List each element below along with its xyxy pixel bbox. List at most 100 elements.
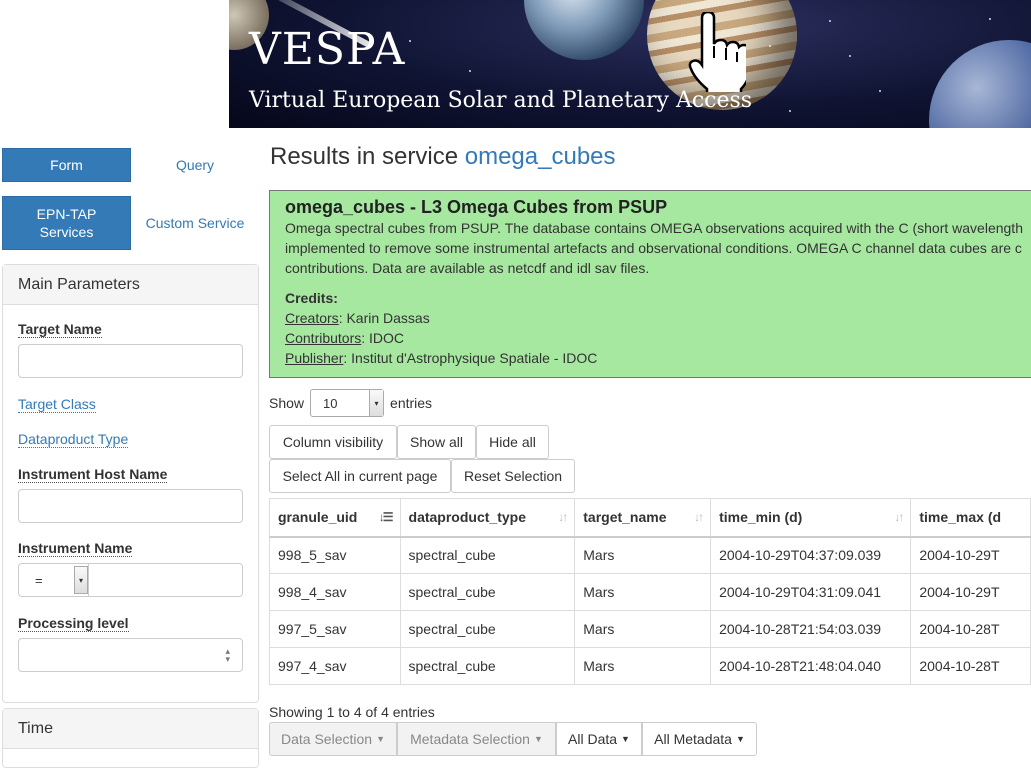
target-name-label: Target Name (18, 321, 102, 338)
credit-publisher: Publisher: Institut d'Astrophysique Spat… (285, 348, 1031, 368)
column-header-time-min[interactable]: time_min (d) ↓↑ (710, 498, 912, 538)
credit-role: Publisher (285, 350, 344, 366)
column-header-label: dataproduct_type (408, 509, 526, 526)
star (409, 40, 411, 42)
cell-granule-uid: 998_5_sav (269, 536, 401, 574)
processing-level-select[interactable]: ▴ ▾ (18, 638, 243, 672)
column-header-dataproduct-type[interactable]: dataproduct_type ↓↑ (399, 498, 576, 538)
main-parameters-heading[interactable]: Main Parameters (3, 265, 258, 305)
cell-dataproduct-type: spectral_cube (399, 647, 576, 685)
table-row[interactable]: 998_4_sav spectral_cube Mars 2004-10-29T… (269, 573, 1031, 611)
reset-selection-button[interactable]: Reset Selection (451, 459, 575, 493)
metadata-selection-label: Metadata Selection (410, 731, 530, 747)
show-all-button[interactable]: Show all (397, 425, 476, 459)
column-header-label: granule_uid (278, 509, 358, 526)
all-data-label: All Data (568, 731, 618, 747)
table-row[interactable]: 998_5_sav spectral_cube Mars 2004-10-29T… (269, 536, 1031, 574)
star (829, 20, 831, 22)
table-info: Showing 1 to 4 of 4 entries (269, 704, 435, 720)
column-header-time-max[interactable]: time_max (d (910, 498, 1031, 538)
cell-target-name: Mars (574, 573, 712, 611)
column-header-label: time_max (d (919, 509, 1002, 526)
results-prefix: Results in service (270, 143, 459, 170)
credit-value: : Institut d'Astrophysique Spatiale - ID… (343, 350, 598, 366)
metadata-selection-dropdown[interactable]: Metadata Selection ▼ (397, 722, 556, 756)
time-panel: Time (2, 708, 259, 768)
dataproduct-type-link[interactable]: Dataproduct Type (18, 432, 129, 448)
caret-down-icon: ▼ (621, 734, 630, 744)
caret-down-icon: ▼ (735, 734, 745, 744)
planet-image (929, 40, 1031, 128)
results-table: granule_uid ↓☰ dataproduct_type ↓↑ target_… (269, 498, 1031, 685)
time-heading[interactable]: Time (3, 709, 258, 749)
caret-down-icon: ▼ (533, 734, 543, 744)
instrument-host-name-input[interactable] (18, 489, 243, 523)
column-visibility-button[interactable]: Column visibility (269, 425, 397, 459)
earth-image (524, 0, 644, 60)
pointer-hand-icon (688, 12, 746, 92)
star (789, 110, 791, 112)
sort-desc-icon: ↓☰ (378, 510, 394, 524)
cell-dataproduct-type: spectral_cube (399, 610, 576, 648)
service-description-line: implemented to remove some instrumental … (285, 240, 1022, 256)
hide-all-button[interactable]: Hide all (476, 425, 549, 459)
cell-granule-uid: 997_4_sav (269, 647, 401, 685)
sort-icon: ↓↑ (694, 510, 704, 524)
entries-length-control: Show 10 ▾ entries (269, 389, 432, 417)
instrument-name-field: = ▾ (18, 563, 243, 597)
column-header-target-name[interactable]: target_name ↓↑ (574, 498, 712, 538)
form-tab[interactable]: Form (2, 148, 131, 182)
select-all-current-page-button[interactable]: Select All in current page (269, 459, 451, 493)
cell-target-name: Mars (574, 536, 712, 574)
table-row[interactable]: 997_4_sav spectral_cube Mars 2004-10-28T… (269, 647, 1031, 685)
credit-role: Creators (285, 310, 339, 326)
cell-time-min: 2004-10-29T04:37:09.039 (710, 536, 912, 574)
all-metadata-label: All Metadata (654, 731, 732, 747)
show-label: Show (269, 395, 305, 411)
custom-service-tab[interactable]: Custom Service (131, 196, 259, 250)
banner-title: VESPA (249, 24, 406, 75)
service-name: omega_cubes (464, 143, 616, 170)
table-header-row: granule_uid ↓☰ dataproduct_type ↓↑ target_… (269, 498, 1031, 538)
cell-time-max: 2004-10-29T (910, 536, 1031, 574)
column-header-granule-uid[interactable]: granule_uid ↓☰ (269, 498, 401, 538)
cell-target-name: Mars (574, 610, 712, 648)
processing-level-label: Processing level (18, 615, 129, 632)
all-data-dropdown[interactable]: All Data ▼ (556, 722, 642, 756)
header-banner: VESPA Virtual European Solar and Planeta… (229, 0, 1031, 128)
cell-granule-uid: 998_4_sav (269, 573, 401, 611)
credit-value: : IDOC (361, 330, 405, 346)
chevron-down-icon: ▾ (369, 390, 384, 416)
cell-dataproduct-type: spectral_cube (399, 536, 576, 574)
instrument-operator-select[interactable]: = ▾ (19, 564, 89, 596)
page-title: Results in service omega_cubes (270, 143, 616, 171)
instrument-name-label: Instrument Name (18, 540, 133, 557)
table-row[interactable]: 997_5_sav spectral_cube Mars 2004-10-28T… (269, 610, 1031, 648)
cell-time-min: 2004-10-28T21:48:04.040 (710, 647, 912, 685)
sort-icon: ↓↑ (558, 510, 568, 524)
all-metadata-dropdown[interactable]: All Metadata ▼ (642, 722, 757, 756)
banner-subtitle: Virtual European Solar and Planetary Acc… (249, 88, 753, 113)
cell-time-min: 2004-10-29T04:31:09.041 (710, 573, 912, 611)
instrument-host-name-label: Instrument Host Name (18, 466, 168, 483)
cell-target-name: Mars (574, 647, 712, 685)
star (769, 45, 771, 47)
column-header-label: target_name (583, 509, 667, 526)
epn-tap-services-tab[interactable]: EPN-TAP Services (2, 196, 131, 250)
star (989, 18, 991, 20)
target-name-input[interactable] (18, 344, 243, 378)
target-class-link[interactable]: Target Class (18, 397, 96, 413)
cell-granule-uid: 997_5_sav (269, 610, 401, 648)
service-title: omega_cubes - L3 Omega Cubes from PSUP (285, 197, 668, 217)
column-header-label: time_min (d) (719, 509, 803, 526)
chevron-down-icon: ▾ (74, 566, 88, 594)
star (849, 55, 851, 57)
data-selection-dropdown[interactable]: Data Selection ▼ (269, 722, 397, 756)
cell-time-max: 2004-10-29T (910, 573, 1031, 611)
entries-select[interactable]: 10 ▾ (310, 389, 385, 417)
credit-contributors: Contributors: IDOC (285, 328, 1031, 348)
cell-dataproduct-type: spectral_cube (399, 573, 576, 611)
sort-icon: ↓↑ (894, 510, 904, 524)
query-tab[interactable]: Query (131, 148, 259, 182)
updown-arrows-icon: ▴ ▾ (225, 646, 230, 664)
